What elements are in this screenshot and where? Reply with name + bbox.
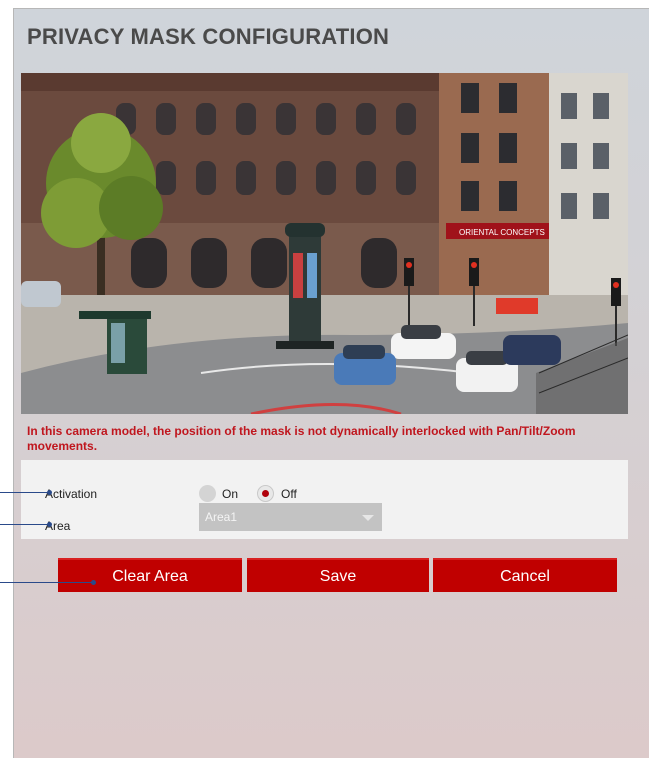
activation-off-label: Off [281,487,297,501]
camera-preview[interactable]: ORIENTAL CONCEPTS [21,73,628,414]
area-callout-dot [47,522,52,527]
clear-area-callout-line [0,582,92,583]
page-title: PRIVACY MASK CONFIGURATION [27,24,390,49]
settings-box: Activation On Off Area Area1 [21,460,628,539]
activation-label: Activation [45,487,98,501]
activation-on-label: On [222,487,239,501]
activation-callout-dot [47,490,52,495]
clear-area-button[interactable]: Clear Area [58,558,242,592]
camera-scene: ORIENTAL CONCEPTS [21,73,628,414]
shop-sign-text: ORIENTAL CONCEPTS [459,228,545,237]
save-button[interactable]: Save [247,558,429,592]
clear-area-callout-dot [91,580,96,585]
cancel-button[interactable]: Cancel [433,558,617,592]
activation-on-radio[interactable] [199,485,216,502]
area-callout-line [0,524,48,525]
area-select-value: Area1 [205,510,238,524]
activation-callout-line [0,492,48,493]
chevron-down-icon [362,515,374,521]
area-select[interactable]: Area1 [199,503,382,531]
mask-warning-text: In this camera model, the position of th… [27,424,576,453]
activation-off-radio[interactable] [257,485,274,502]
